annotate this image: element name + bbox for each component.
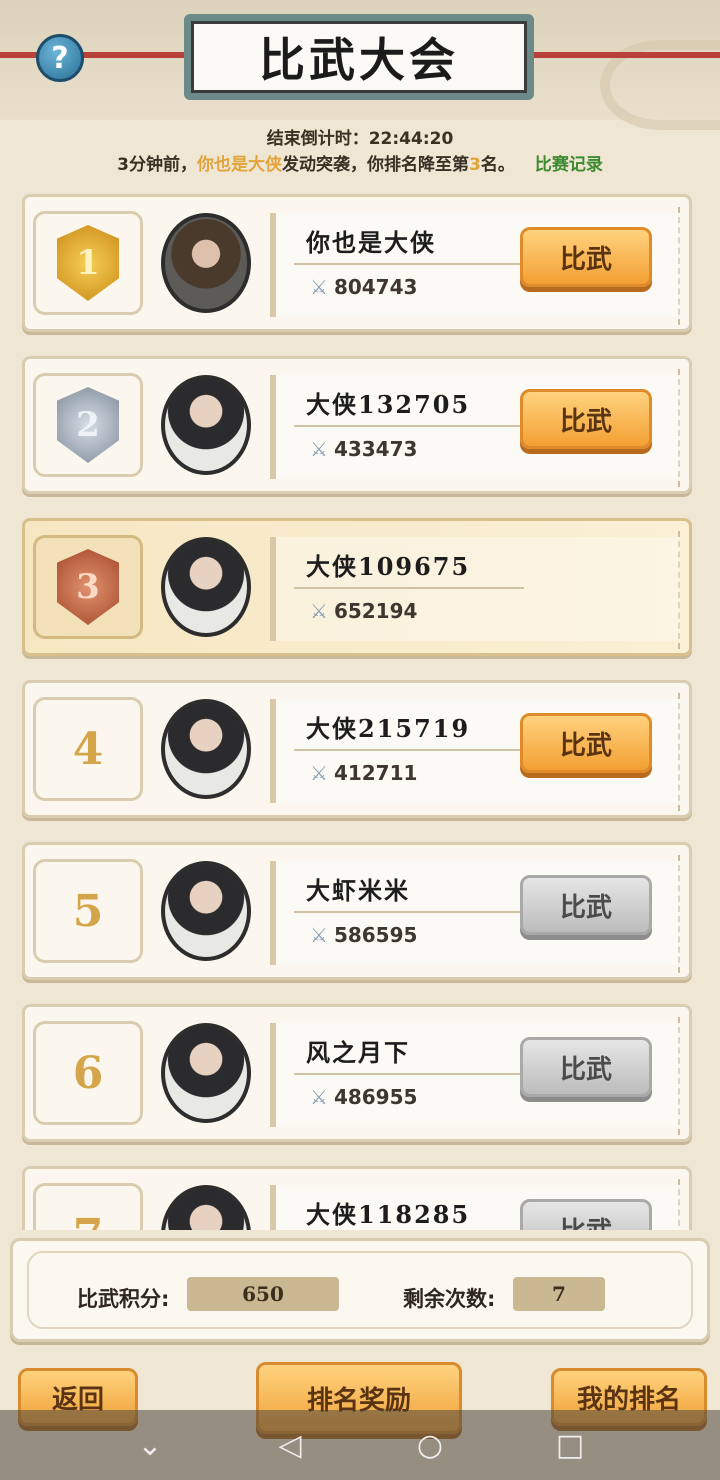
rank-number: 5 bbox=[72, 885, 104, 937]
avatar[interactable] bbox=[161, 1023, 251, 1123]
combat-power: ⚔ 486955 bbox=[310, 1085, 417, 1109]
power-value: 652194 bbox=[333, 599, 418, 623]
avatar[interactable] bbox=[161, 699, 251, 799]
rank-number: 6 bbox=[72, 1047, 104, 1099]
system-navigation-bar: ⌄ ◁ ○ □ bbox=[0, 1410, 720, 1480]
fight-button-disabled[interactable]: 比武 bbox=[520, 1199, 652, 1230]
combat-power: ⚔ 433473 bbox=[310, 437, 417, 461]
ranking-card: 6 风之月下 ⚔ 486955 比武 bbox=[22, 1004, 692, 1142]
ranking-card-self: 3 大侠109675 ⚔ 652194 bbox=[22, 518, 692, 656]
recents-square-icon[interactable]: □ bbox=[550, 1425, 590, 1465]
crossed-swords-icon: ⚔ bbox=[310, 1085, 328, 1109]
player-name: 大侠215719 bbox=[306, 714, 471, 743]
player-name: 风之月下 bbox=[306, 1038, 410, 1067]
rank-badge-box: 3 bbox=[33, 535, 143, 639]
title-plaque: 比武大会 bbox=[184, 14, 534, 100]
red-rope-left bbox=[0, 52, 200, 58]
player-name: 大侠132705 bbox=[306, 390, 471, 419]
fight-button-disabled[interactable]: 比武 bbox=[520, 875, 652, 935]
notice-middle: 发动突袭，你排名降至第 bbox=[282, 155, 469, 175]
notice-suffix: 名。 bbox=[480, 155, 515, 175]
help-button[interactable]: ? bbox=[36, 34, 84, 82]
crossed-swords-icon: ⚔ bbox=[310, 275, 328, 299]
fight-button[interactable]: 比武 bbox=[520, 227, 652, 287]
ranking-card: 2 大侠132705 ⚔ 433473 比武 bbox=[22, 356, 692, 494]
rank-badge-box: 4 bbox=[33, 697, 143, 801]
player-name: 大侠118285 bbox=[306, 1200, 471, 1229]
avatar[interactable] bbox=[161, 213, 251, 313]
crossed-swords-icon: ⚔ bbox=[310, 761, 328, 785]
player-info: 大侠109675 ⚔ 652194 bbox=[270, 537, 680, 641]
crossed-swords-icon: ⚔ bbox=[310, 437, 328, 461]
player-name: 你也是大侠 bbox=[306, 228, 436, 257]
avatar[interactable] bbox=[161, 861, 251, 961]
player-name: 大虾米米 bbox=[306, 876, 410, 905]
home-circle-icon[interactable]: ○ bbox=[410, 1425, 450, 1465]
avatar[interactable] bbox=[161, 1185, 251, 1230]
power-value: 804743 bbox=[333, 275, 418, 299]
fight-button[interactable]: 比武 bbox=[520, 389, 652, 449]
score-value: 650 bbox=[187, 1277, 339, 1311]
stats-panel: 比武积分: 650 剩余次数: 7 bbox=[10, 1238, 710, 1342]
rank-badge-box: 6 bbox=[33, 1021, 143, 1125]
ranking-list[interactable]: 1 你也是大侠 ⚔ 804743 比武 2 大侠132705 ⚔ 433473 比武… bbox=[0, 190, 720, 1230]
rank-number: 7 bbox=[73, 1210, 104, 1231]
rank-badge-box: 5 bbox=[33, 859, 143, 963]
combat-power: ⚔ 804743 bbox=[310, 275, 417, 299]
title-frame: 比武大会 bbox=[191, 21, 527, 93]
silver-medal-icon: 2 bbox=[57, 387, 119, 463]
page-title: 比武大会 bbox=[259, 33, 459, 87]
combat-power: ⚔ 586595 bbox=[310, 923, 417, 947]
chevron-down-icon[interactable]: ⌄ bbox=[130, 1425, 170, 1465]
bronze-medal-icon: 3 bbox=[57, 549, 119, 625]
player-info: 风之月下 ⚔ 486955 比武 bbox=[270, 1023, 680, 1127]
power-value: 412711 bbox=[333, 761, 418, 785]
help-icon: ? bbox=[51, 40, 69, 76]
match-record-link[interactable]: 比赛记录 bbox=[535, 155, 603, 175]
ranking-card: 5 大虾米米 ⚔ 586595 比武 bbox=[22, 842, 692, 980]
fight-button-disabled[interactable]: 比武 bbox=[520, 1037, 652, 1097]
rank-badge-box: 7 bbox=[33, 1183, 143, 1230]
rank-number: 1 bbox=[76, 243, 100, 283]
ranking-card: 7 大侠118285 比武 bbox=[22, 1166, 692, 1230]
power-value: 433473 bbox=[333, 437, 418, 461]
fight-button[interactable]: 比武 bbox=[520, 713, 652, 773]
notice-attacker-name: 你也是大侠 bbox=[197, 155, 282, 175]
gold-medal-icon: 1 bbox=[57, 225, 119, 301]
rank-number: 2 bbox=[76, 405, 100, 445]
rank-notice: 3分钟前，你也是大侠发动突袭，你排名降至第3名。 比赛记录 bbox=[0, 150, 720, 175]
countdown-timer: 结束倒计时：22:44:20 bbox=[266, 129, 454, 149]
rank-badge-box: 2 bbox=[33, 373, 143, 477]
player-info: 大虾米米 ⚔ 586595 比武 bbox=[270, 861, 680, 965]
rank-number: 3 bbox=[76, 567, 100, 607]
remaining-value: 7 bbox=[513, 1277, 605, 1311]
rank-number: 4 bbox=[72, 723, 104, 775]
player-info: 你也是大侠 ⚔ 804743 比武 bbox=[270, 213, 680, 317]
back-triangle-icon[interactable]: ◁ bbox=[270, 1425, 310, 1465]
score-label: 比武积分: bbox=[77, 1287, 170, 1311]
player-name: 大侠109675 bbox=[306, 552, 471, 581]
combat-power: ⚔ 652194 bbox=[310, 599, 417, 623]
ranking-card: 1 你也是大侠 ⚔ 804743 比武 bbox=[22, 194, 692, 332]
ranking-card: 4 大侠215719 ⚔ 412711 比武 bbox=[22, 680, 692, 818]
avatar[interactable] bbox=[161, 375, 251, 475]
remaining-label: 剩余次数: bbox=[403, 1287, 496, 1311]
red-rope-right bbox=[520, 52, 720, 58]
rank-badge-box: 1 bbox=[33, 211, 143, 315]
notice-rank: 3 bbox=[469, 155, 481, 175]
player-info: 大侠215719 ⚔ 412711 比武 bbox=[270, 699, 680, 803]
crossed-swords-icon: ⚔ bbox=[310, 599, 328, 623]
power-value: 586595 bbox=[333, 923, 418, 947]
avatar[interactable] bbox=[161, 537, 251, 637]
power-value: 486955 bbox=[333, 1085, 418, 1109]
combat-power: ⚔ 412711 bbox=[310, 761, 417, 785]
notice-prefix: 3分钟前， bbox=[117, 155, 197, 175]
player-info: 大侠132705 ⚔ 433473 比武 bbox=[270, 375, 680, 479]
player-info: 大侠118285 比武 bbox=[270, 1185, 680, 1230]
crossed-swords-icon: ⚔ bbox=[310, 923, 328, 947]
